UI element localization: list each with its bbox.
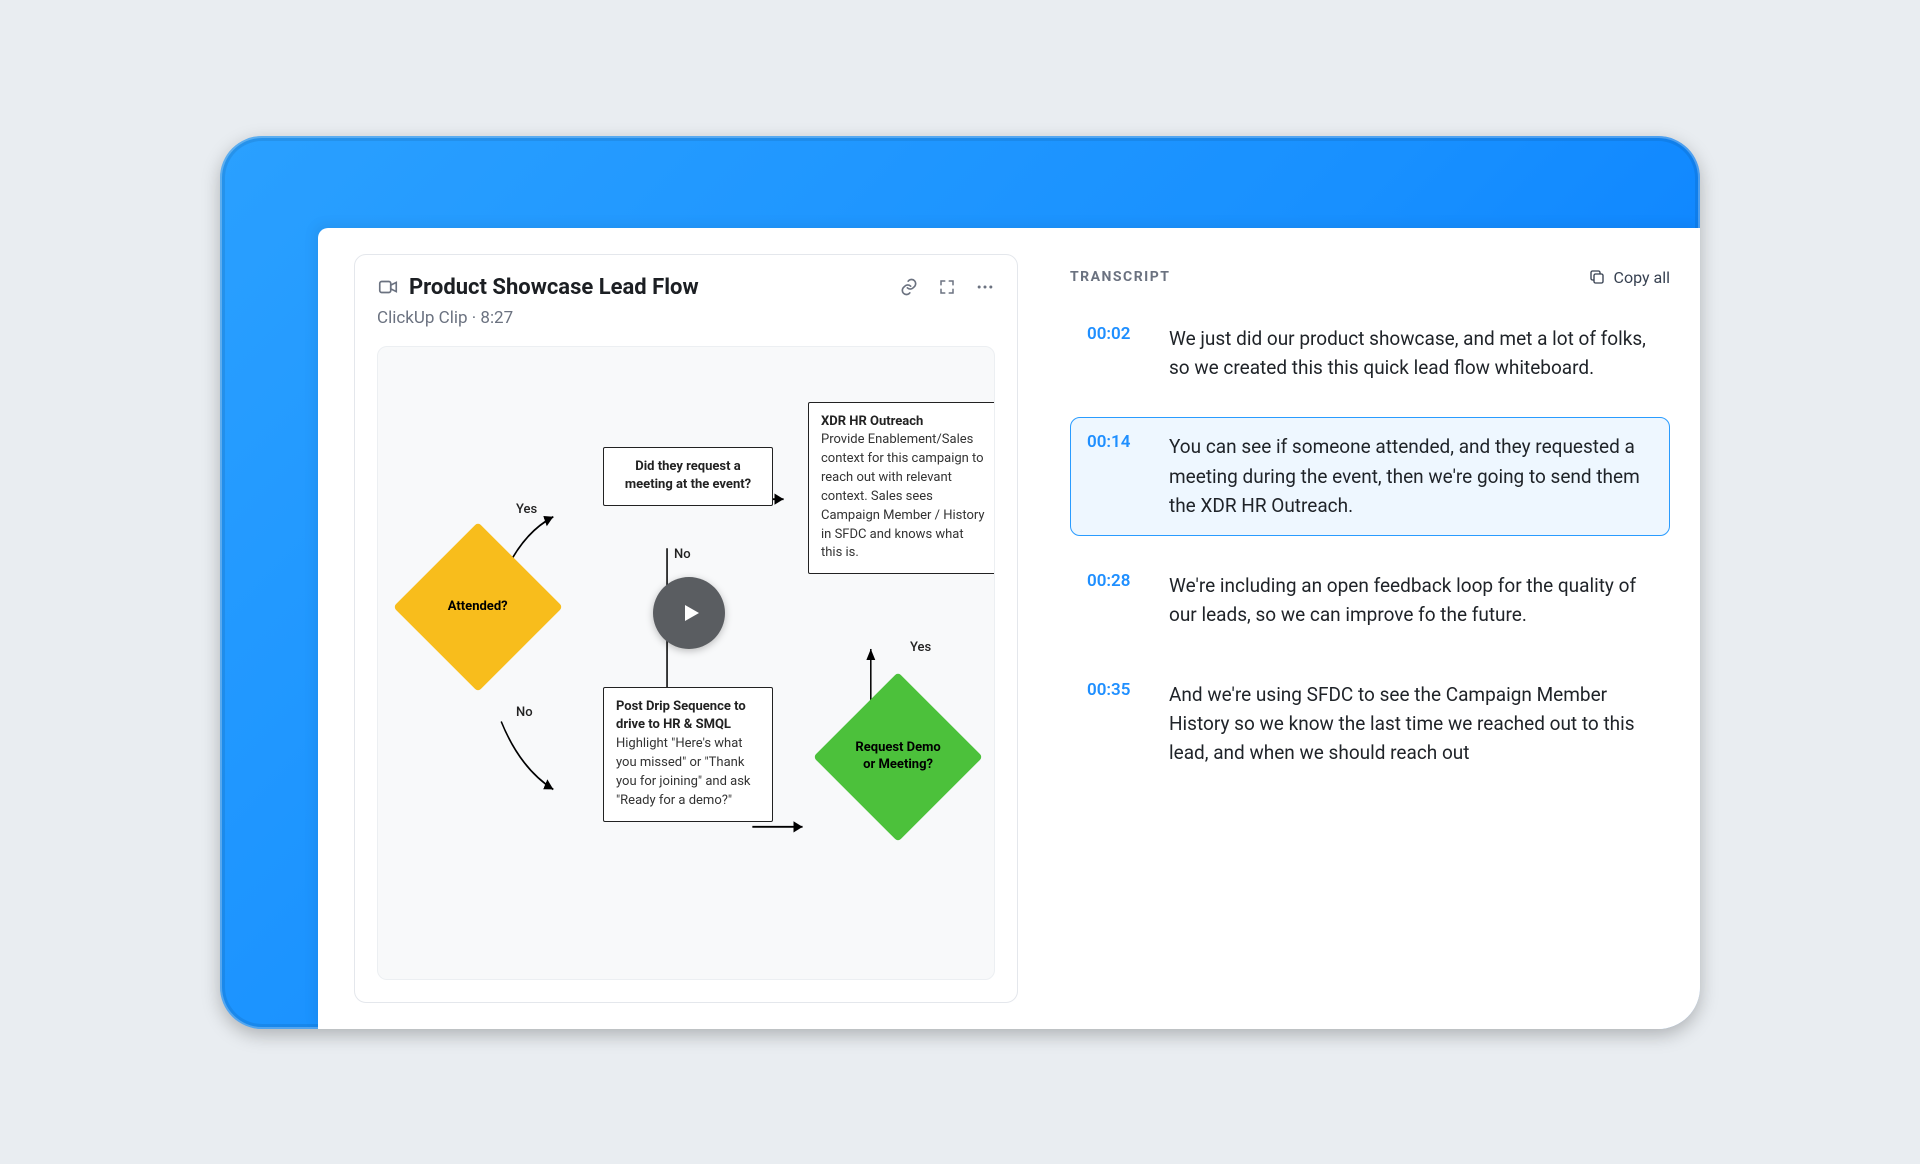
clip-meta: ClickUp Clip · 8:27 xyxy=(377,308,995,328)
clip-source: ClickUp Clip xyxy=(377,308,468,328)
transcript-heading: TRANSCRIPT xyxy=(1070,269,1170,285)
flow-edge-yes-1: Yes xyxy=(516,502,537,517)
more-button[interactable] xyxy=(975,277,995,297)
expand-button[interactable] xyxy=(937,277,957,297)
fade-overlay xyxy=(1018,909,1700,1029)
transcript-entry[interactable]: 00:14 You can see if someone attended, an… xyxy=(1070,417,1670,535)
video-clip-icon xyxy=(377,276,399,298)
transcript-entry[interactable]: 00:02 We just did our product showcase, a… xyxy=(1070,309,1670,398)
transcript-text: We just did our product showcase, and me… xyxy=(1169,324,1653,383)
transcript-list: 00:02 We just did our product showcase, a… xyxy=(1070,309,1670,783)
transcript-timestamp[interactable]: 00:35 xyxy=(1087,680,1145,768)
copy-all-button[interactable]: Copy all xyxy=(1588,268,1670,287)
transcript-timestamp[interactable]: 00:14 xyxy=(1087,432,1145,520)
transcript-text: You can see if someone attended, and the… xyxy=(1169,432,1653,520)
clip-pane: Product Showcase Lead Flow xyxy=(318,228,1018,1029)
flow-edge-no-1: No xyxy=(516,705,533,720)
transcript-timestamp[interactable]: 00:28 xyxy=(1087,571,1145,630)
flow-node-demo: Request Demo or Meeting? xyxy=(813,672,983,842)
copy-all-label: Copy all xyxy=(1614,268,1670,287)
clip-card: Product Showcase Lead Flow xyxy=(354,254,1018,1003)
transcript-text: We're including an open feedback loop fo… xyxy=(1169,571,1653,630)
flow-edge-no-2: No xyxy=(674,547,691,562)
clip-title: Product Showcase Lead Flow xyxy=(409,275,889,300)
clip-duration: 8:27 xyxy=(480,308,513,328)
flow-node-drip: Post Drip Sequence to drive to HR & SMQL… xyxy=(603,687,773,822)
flow-node-xdr: XDR HR Outreach Provide Enablement/Sales… xyxy=(808,402,995,575)
flow-node-request-meeting: Did they request a meeting at the event? xyxy=(603,447,773,507)
flowchart-preview[interactable]: Attended? Yes No Did they request a meet… xyxy=(377,346,995,980)
flow-node-attended: Attended? xyxy=(393,522,563,692)
transcript-timestamp[interactable]: 00:02 xyxy=(1087,324,1145,383)
transcript-entry[interactable]: 00:35 And we're using SFDC to see the Cam… xyxy=(1070,665,1670,783)
transcript-text: And we're using SFDC to see the Campaign… xyxy=(1169,680,1653,768)
app-window: Product Showcase Lead Flow xyxy=(318,228,1700,1029)
transcript-entry[interactable]: 00:28 We're including an open feedback lo… xyxy=(1070,556,1670,645)
copy-link-button[interactable] xyxy=(899,277,919,297)
play-button[interactable] xyxy=(653,577,725,649)
flow-edge-yes-2: Yes xyxy=(910,640,931,655)
transcript-pane: TRANSCRIPT Copy all 00:02 We just did our… xyxy=(1018,228,1700,1029)
device-frame: Product Showcase Lead Flow xyxy=(220,136,1700,1029)
